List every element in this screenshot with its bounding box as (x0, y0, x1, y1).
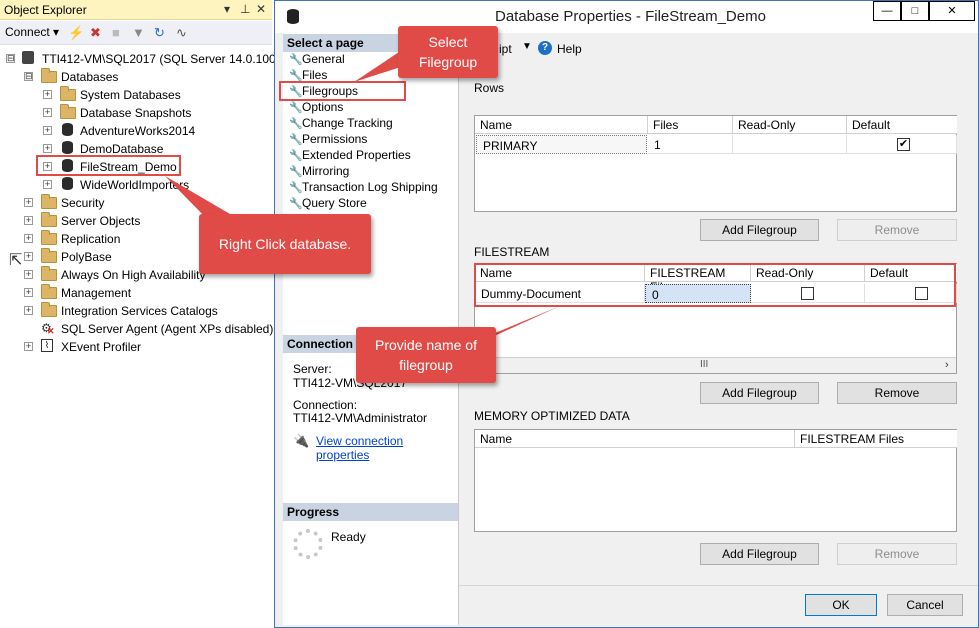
provide-name-callout: Provide name of filegroup (356, 327, 496, 383)
filegroups-highlight-box (279, 81, 406, 101)
annotation-arrows (165, 50, 560, 348)
select-filegroup-callout: Select Filegroup (398, 26, 498, 78)
filestream-demo-highlight-box (36, 155, 181, 176)
right-click-callout: Right Click database. (199, 214, 371, 274)
filestream-row-highlight-box (474, 263, 956, 307)
